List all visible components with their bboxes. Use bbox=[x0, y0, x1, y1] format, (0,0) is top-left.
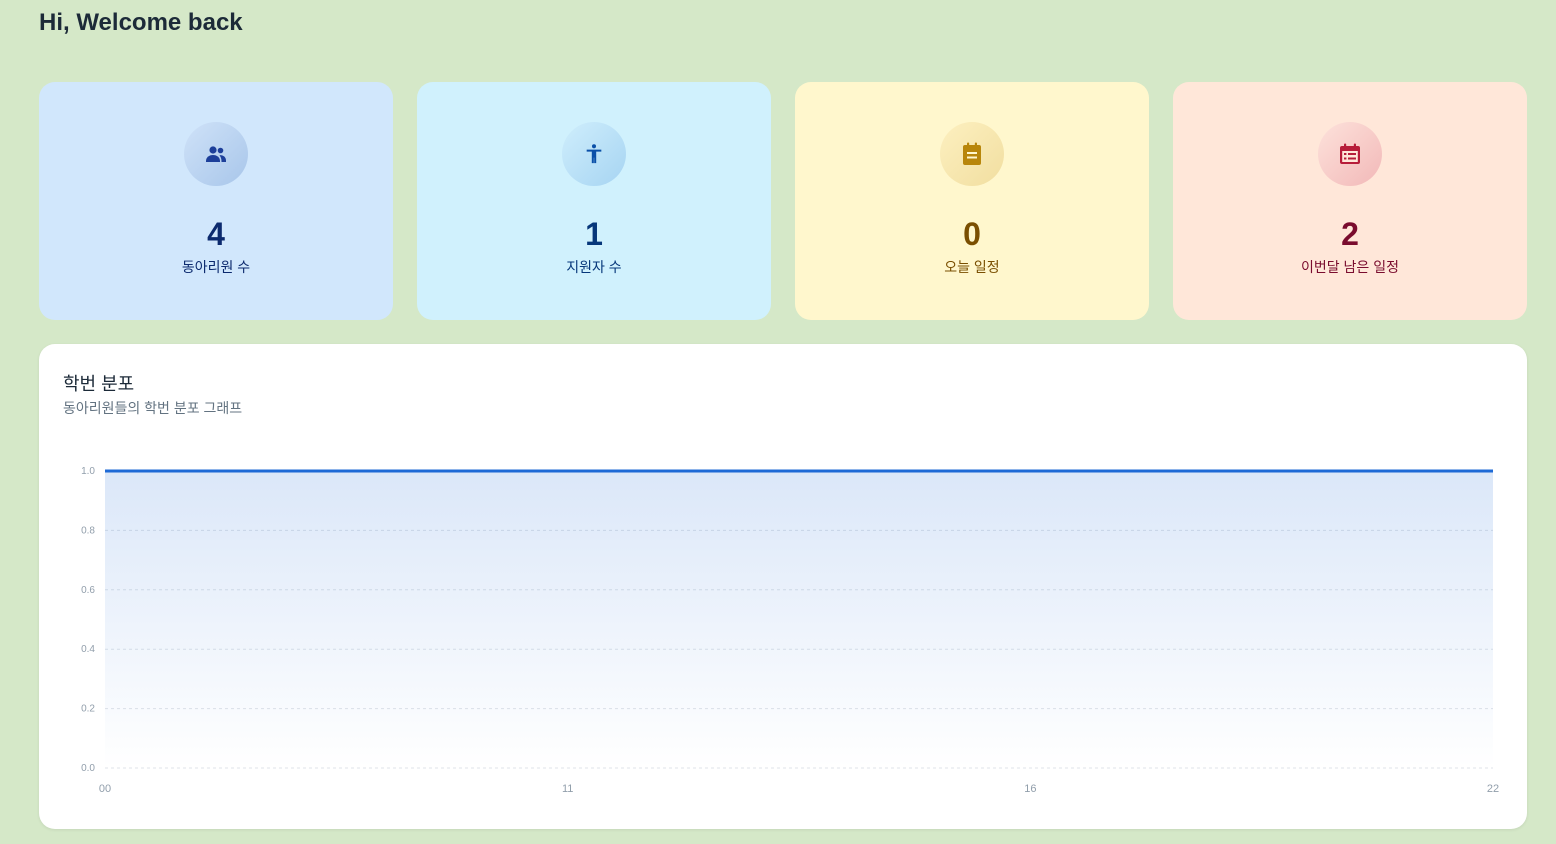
stat-card-today: 0 오늘 일정 bbox=[795, 82, 1149, 320]
stat-card-members: 4 동아리원 수 bbox=[39, 82, 393, 320]
stat-value: 1 bbox=[585, 216, 603, 252]
y-tick-label: 0.6 bbox=[81, 585, 95, 596]
stat-label: 동아리원 수 bbox=[181, 259, 251, 275]
x-tick-label: 16 bbox=[1024, 783, 1036, 795]
stats-row: 4 동아리원 수 1 지원자 수 0 오늘 일정 2 이번달 남은 일정 bbox=[39, 82, 1527, 320]
x-tick-label: 11 bbox=[562, 783, 573, 795]
welcome-heading: Hi, Welcome back bbox=[39, 9, 243, 36]
accessibility-icon bbox=[586, 144, 602, 164]
y-tick-label: 1.0 bbox=[81, 466, 95, 477]
stat-card-applicants: 1 지원자 수 bbox=[417, 82, 771, 320]
series-area bbox=[105, 471, 1493, 768]
student-id-chart-card: 학번 분포 동아리원들의 학번 분포 그래프 0.0 0.2 0.4 0.6 0.8 1.… bbox=[39, 344, 1527, 829]
y-tick-label: 0.8 bbox=[81, 525, 95, 536]
stat-card-month: 2 이번달 남은 일정 bbox=[1173, 82, 1527, 320]
stat-icon-wrap bbox=[1318, 122, 1382, 186]
people-icon bbox=[206, 146, 226, 162]
stat-label: 오늘 일정 bbox=[944, 259, 1000, 275]
x-tick-label: 22 bbox=[1487, 783, 1499, 795]
area-chart: 0.0 0.2 0.4 0.6 0.8 1.0 00 11 16 22 bbox=[81, 466, 1499, 795]
stat-value: 2 bbox=[1341, 216, 1359, 252]
stat-icon-wrap bbox=[562, 122, 626, 186]
stat-icon-wrap bbox=[184, 122, 248, 186]
dashboard-page: Hi, Welcome back 4 동아리원 수 1 지원자 수 0 오늘 일… bbox=[0, 0, 1556, 844]
stat-value: 4 bbox=[207, 216, 225, 252]
calendar-icon bbox=[1340, 143, 1360, 164]
stat-value: 0 bbox=[963, 216, 981, 252]
y-tick-label: 0.2 bbox=[81, 704, 95, 715]
x-tick-label: 00 bbox=[99, 783, 111, 795]
stat-label: 이번달 남은 일정 bbox=[1301, 259, 1399, 275]
notepad-icon bbox=[963, 142, 981, 165]
y-tick-label: 0.0 bbox=[81, 763, 95, 774]
stat-icon-wrap bbox=[940, 122, 1004, 186]
stat-label: 지원자 수 bbox=[566, 259, 622, 275]
y-tick-label: 0.4 bbox=[81, 644, 95, 655]
